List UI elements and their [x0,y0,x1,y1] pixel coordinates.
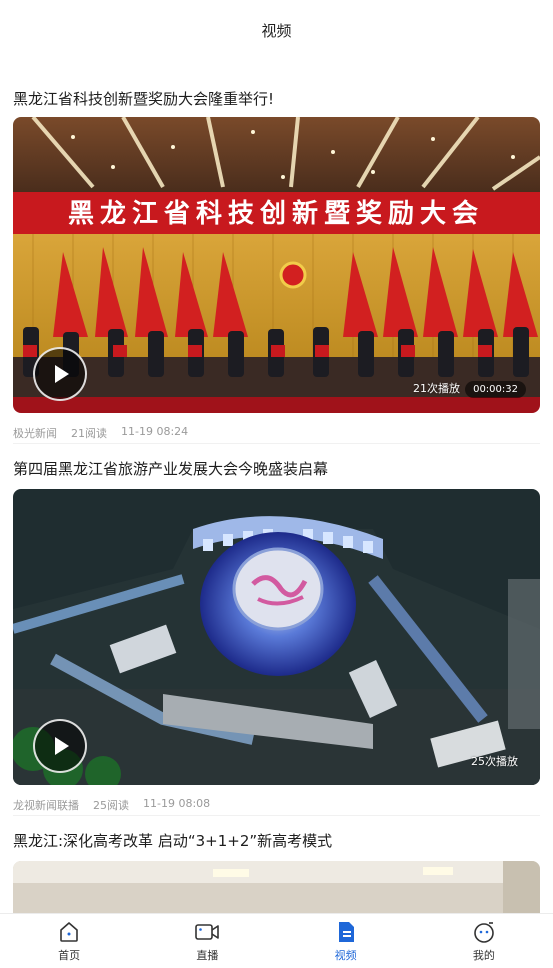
video-card[interactable]: 第四届黑龙江省旅游产业发展大会今晚盛装启幕 25次播放 龙视新闻联播 25阅读 … [0,450,553,816]
video-card[interactable]: 黑龙江:深化高考改革 启动“3+1+2”新高考模式 [0,822,553,921]
tab-video[interactable]: 视频 [277,914,415,968]
home-icon [60,921,78,942]
video-thumbnail[interactable]: 黑龙江省科技创新暨奖励大会 21次播放 00:00:32 [13,117,540,413]
bottom-tab-bar: 首页 直播 视频 我的 [0,913,553,968]
video-doc-icon [338,921,354,942]
video-card[interactable]: 黑龙江省科技创新暨奖励大会隆重举行! 黑龙江省科技创新暨奖励大会 21次播放 0… [0,80,553,444]
play-button[interactable] [33,347,87,401]
tab-live[interactable]: 直播 [138,914,276,968]
source-name: 极光新闻 [13,427,57,440]
ceremony-image: 黑龙江省科技创新暨奖励大会 [13,117,540,413]
video-duration: 00:00:32 [465,381,526,398]
video-title[interactable]: 黑龙江省科技创新暨奖励大会隆重举行! [13,80,540,110]
read-count: 21阅读 [71,427,107,440]
video-thumbnail[interactable] [13,861,540,921]
banner-text: 黑龙江省科技创新暨奖励大会 [68,198,484,229]
video-thumbnail[interactable]: 25次播放 [13,489,540,785]
play-count: 21次播放 [413,382,460,395]
tab-profile[interactable]: 我的 [415,914,553,968]
play-count: 25次播放 [471,755,518,768]
tab-label: 视频 [334,948,357,962]
video-title[interactable]: 黑龙江:深化高考改革 启动“3+1+2”新高考模式 [13,822,540,852]
video-feed[interactable]: 黑龙江省科技创新暨奖励大会隆重举行! 黑龙江省科技创新暨奖励大会 21次播放 0… [0,80,553,921]
classroom-image [13,861,540,921]
tab-label: 首页 [58,948,81,962]
tab-label: 我的 [472,948,495,962]
video-title[interactable]: 第四届黑龙江省旅游产业发展大会今晚盛装启幕 [13,450,540,480]
play-icon [55,365,69,383]
play-icon [55,737,69,755]
publish-time: 11-19 08:08 [143,797,211,810]
top-bar: 视频 [0,0,553,60]
tab-label: 直播 [196,948,219,962]
video-camera-icon [195,923,220,940]
source-name: 龙视新闻联播 [13,799,79,812]
page-title: 视频 [261,21,292,40]
play-button[interactable] [33,719,87,773]
publish-time: 11-19 08:24 [121,425,189,438]
profile-icon [474,921,494,943]
stage-aerial-image [13,489,540,785]
divider [13,443,540,444]
video-meta: 极光新闻 21阅读 11-19 08:24 [13,413,540,443]
divider [13,815,540,816]
tab-home[interactable]: 首页 [0,914,138,968]
read-count: 25阅读 [93,799,129,812]
video-meta: 龙视新闻联播 25阅读 11-19 08:08 [13,785,540,815]
app-screen: 视频 黑龙江省科技创新暨奖励大会隆重举行! 黑龙江省科技创新暨奖励大会 21次播… [0,0,553,968]
